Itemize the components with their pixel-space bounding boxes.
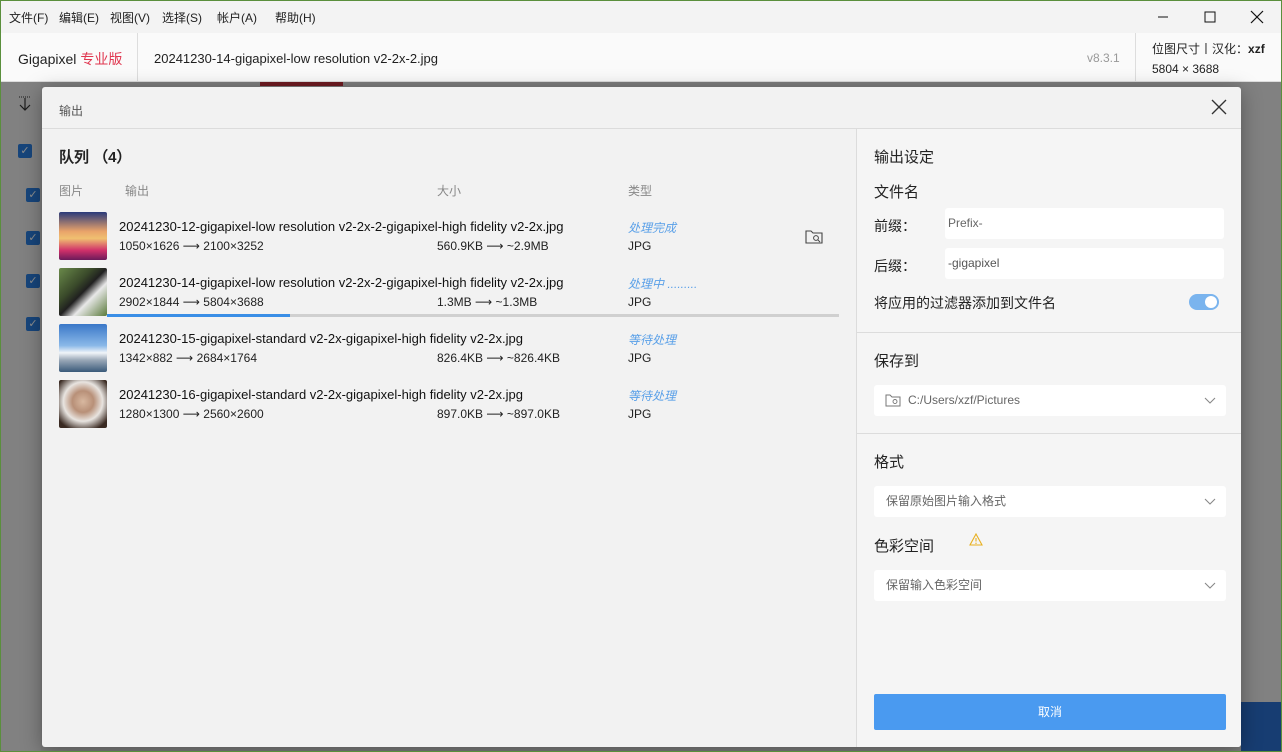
file-size: 1.3MB ⟶ ~1.3MB <box>437 295 538 309</box>
app-version: v8.3.1 <box>1087 51 1120 65</box>
progress-fill <box>107 314 290 317</box>
warning-icon[interactable] <box>969 532 983 551</box>
menu-file[interactable]: 文件(F) <box>9 9 48 26</box>
divider <box>857 332 1241 333</box>
dialog-close-button[interactable] <box>1207 95 1231 119</box>
chevron-down-icon <box>1204 486 1216 529</box>
chevron-down-icon <box>1204 385 1216 428</box>
file-type: JPG <box>628 239 652 253</box>
filename-heading: 文件名 <box>874 184 920 201</box>
menu-select[interactable]: 选择(S) <box>162 9 202 26</box>
image-size-info: 位图尺寸丨汉化：xzf 5804 × 3688 <box>1152 39 1265 79</box>
colorspace-value: 保留输入色彩空间 <box>886 578 983 592</box>
folder-icon <box>885 394 901 407</box>
queue-panel: 队列 （4） 图片 输出 大小 类型 20241230-12-gigapixel… <box>42 129 855 747</box>
thumbnail <box>59 380 107 428</box>
thumbnail <box>59 212 107 260</box>
suffix-input[interactable]: -gigapixel <box>945 248 1224 279</box>
dimensions: 1050×1626 ⟶ 2100×3252 <box>119 239 264 253</box>
format-select[interactable]: 保留原始图片输入格式 <box>874 486 1226 517</box>
output-filename: 20241230-16-gigapixel-standard v2-2x-gig… <box>119 387 523 402</box>
file-type: JPG <box>628 295 652 309</box>
menu-account[interactable]: 帐户(A) <box>217 9 257 26</box>
app-window: 文件(F) 编辑(E) 视图(V) 选择(S) 帐户(A) 帮助(H) Giga… <box>0 0 1282 752</box>
menu-bar: 文件(F) 编辑(E) 视图(V) 选择(S) 帐户(A) 帮助(H) <box>1 1 1281 33</box>
column-size: 大小 <box>437 184 462 198</box>
menu-view[interactable]: 视图(V) <box>110 9 150 26</box>
open-folder-icon[interactable] <box>805 228 825 246</box>
toggle-knob <box>1205 296 1217 308</box>
close-icon <box>1250 10 1264 24</box>
divider <box>137 33 138 81</box>
divider <box>1135 33 1136 81</box>
queue-row[interactable]: 20241230-12-gigapixel-low resolution v2-… <box>59 212 839 260</box>
brand-edition: 专业版 <box>80 51 123 67</box>
output-filename: 20241230-12-gigapixel-low resolution v2-… <box>119 219 564 234</box>
dimensions: 1342×882 ⟶ 2684×1764 <box>119 351 257 365</box>
format-heading: 格式 <box>874 454 905 471</box>
settings-title: 输出设定 <box>874 149 935 166</box>
column-output: 输出 <box>125 184 150 198</box>
queue-row[interactable]: 20241230-15-gigapixel-standard v2-2x-gig… <box>59 324 839 372</box>
file-type: JPG <box>628 407 652 421</box>
file-size: 826.4KB ⟶ ~826.4KB <box>437 351 560 365</box>
app-header: Gigapixel 专业版 20241230-14-gigapixel-low r… <box>1 33 1281 82</box>
append-filter-toggle[interactable] <box>1189 294 1219 310</box>
status-text: 处理中 ......... <box>628 277 698 291</box>
divider <box>857 433 1241 434</box>
colorspace-select[interactable]: 保留输入色彩空间 <box>874 570 1226 601</box>
output-filename: 20241230-15-gigapixel-standard v2-2x-gig… <box>119 331 523 346</box>
dialog-header: 输出 <box>42 87 1241 129</box>
thumbnail <box>59 268 107 316</box>
save-to-heading: 保存到 <box>874 353 920 370</box>
prefix-input[interactable]: Prefix- <box>945 208 1224 239</box>
dialog-title: 输出 <box>59 104 84 118</box>
size-author: xzf <box>1248 42 1265 56</box>
size-label: 位图尺寸丨汉化： <box>1152 42 1249 56</box>
queue-row[interactable]: 20241230-16-gigapixel-standard v2-2x-gig… <box>59 380 839 428</box>
output-settings-panel: 输出设定 文件名 前缀： Prefix- 后缀： -gigapixel 将应用的… <box>856 129 1241 747</box>
dimensions: 2902×1844 ⟶ 5804×3688 <box>119 295 264 309</box>
prefix-label: 前缀： <box>874 218 916 234</box>
brand-name: Gigapixel <box>18 51 77 67</box>
maximize-button[interactable] <box>1187 1 1233 33</box>
file-size: 897.0KB ⟶ ~897.0KB <box>437 407 560 421</box>
format-value: 保留原始图片输入格式 <box>886 494 1007 508</box>
minimize-button[interactable] <box>1140 1 1186 33</box>
close-icon <box>1211 99 1227 115</box>
output-dialog: 输出 队列 （4） 图片 输出 大小 类型 20241230-12-gigapi… <box>42 87 1241 747</box>
file-size: 560.9KB ⟶ ~2.9MB <box>437 239 549 253</box>
maximize-icon <box>1204 11 1216 23</box>
minimize-icon <box>1158 16 1168 18</box>
append-filter-label: 将应用的过滤器添加到文件名 <box>874 295 1056 311</box>
status-text: 处理完成 <box>628 221 677 235</box>
menu-help[interactable]: 帮助(H) <box>275 9 316 26</box>
save-path-value: C:/Users/xzf/Pictures <box>908 393 1021 407</box>
status-text: 等待处理 <box>628 333 677 347</box>
queue-title: 队列 （4） <box>59 149 132 166</box>
cancel-button[interactable]: 取消 <box>874 694 1226 730</box>
save-path-select[interactable]: C:/Users/xzf/Pictures <box>874 385 1226 416</box>
app-brand: Gigapixel 专业版 <box>18 49 122 69</box>
column-image: 图片 <box>59 184 84 198</box>
size-value: 5804 × 3688 <box>1152 62 1220 76</box>
output-filename: 20241230-14-gigapixel-low resolution v2-… <box>119 275 564 290</box>
progress-bar <box>107 314 839 317</box>
suffix-label: 后缀： <box>874 258 916 274</box>
status-text: 等待处理 <box>628 389 677 403</box>
thumbnail <box>59 324 107 372</box>
close-window-button[interactable] <box>1234 1 1280 33</box>
queue-row[interactable]: 20241230-14-gigapixel-low resolution v2-… <box>59 268 839 317</box>
colorspace-heading: 色彩空间 <box>874 538 935 555</box>
menu-edit[interactable]: 编辑(E) <box>59 9 99 26</box>
current-filename: 20241230-14-gigapixel-low resolution v2-… <box>154 51 439 66</box>
column-type: 类型 <box>628 184 653 198</box>
dimensions: 1280×1300 ⟶ 2560×2600 <box>119 407 264 421</box>
file-type: JPG <box>628 351 652 365</box>
chevron-down-icon <box>1204 570 1216 613</box>
